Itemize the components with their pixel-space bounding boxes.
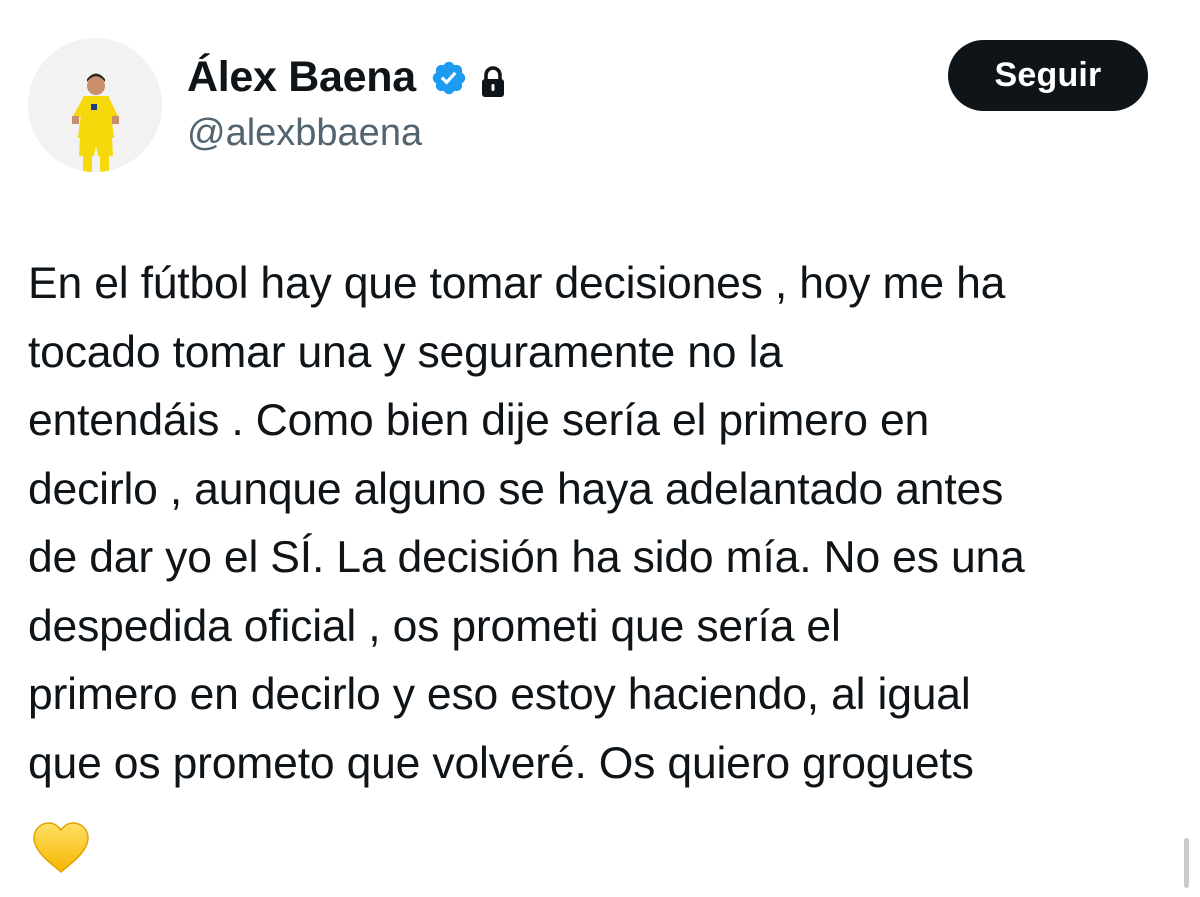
player-avatar-image (28, 38, 162, 172)
tweet-line: decirlo , aunque alguno se haya adelanta… (28, 464, 1004, 514)
tweet-line: de dar yo el SÍ. La decisión ha sido mía… (28, 533, 1025, 582)
scrollbar[interactable] (1184, 838, 1189, 888)
tweet-line: que os prometo que volveré. Os quiero gr… (28, 738, 974, 788)
tweet-line: despedida oficial , os prometi que sería… (28, 601, 841, 651)
lock-icon (478, 60, 508, 97)
tweet-line: entendáis . Como bien dije sería el prim… (28, 396, 930, 445)
tweet-line: En el fútbol hay que tomar decisiones , … (28, 259, 1006, 308)
tweet-line: tocado tomar una y seguramente no la (28, 327, 783, 377)
avatar[interactable] (28, 38, 162, 172)
tweet-text: En el fútbol hay que tomar decisiones , … (28, 250, 1186, 798)
tweet-line: primero en decirlo y eso estoy haciendo,… (28, 670, 971, 719)
profile-header: Álex Baena (187, 52, 508, 102)
display-name[interactable]: Álex Baena (187, 52, 416, 102)
user-handle[interactable]: @alexbbaena (187, 110, 422, 156)
follow-button[interactable]: Seguir (948, 40, 1148, 111)
verified-badge-icon[interactable] (430, 58, 468, 96)
yellow-heart-icon (32, 822, 90, 874)
